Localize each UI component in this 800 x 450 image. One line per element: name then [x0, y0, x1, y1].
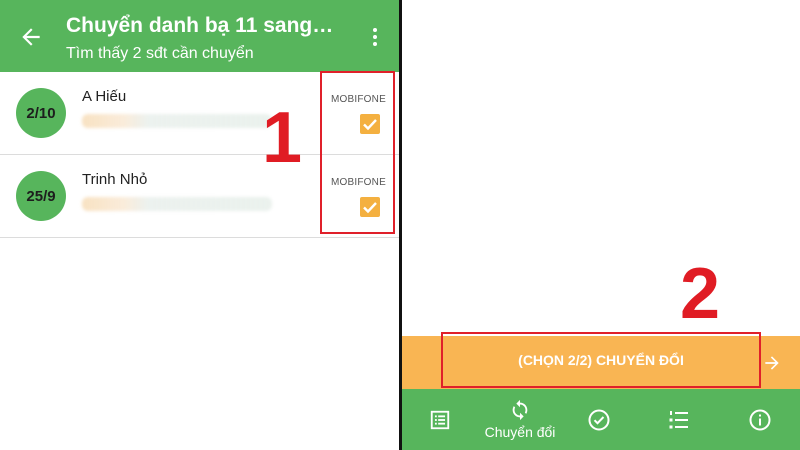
contacts-screen: Chuyển danh bạ 11 sang… Tìm thấy 2 sđt c…	[0, 0, 399, 450]
contact-date-avatar: 25/9	[16, 171, 66, 221]
nav-numbered-list[interactable]	[649, 389, 709, 450]
step-number-1: 1	[262, 98, 303, 178]
blurred-phone-number	[82, 197, 272, 211]
info-icon	[749, 409, 771, 430]
nav-list[interactable]	[410, 389, 470, 450]
nav-convert-label: Chuyển đổi	[484, 424, 556, 440]
arrow-right-icon[interactable]	[761, 353, 783, 373]
contact-name: A Hiếu	[82, 88, 127, 105]
nav-info[interactable]	[730, 389, 790, 450]
numbered-list-icon	[669, 410, 688, 428]
back-arrow-icon[interactable]	[18, 24, 44, 50]
step-number-2: 2	[680, 254, 721, 334]
app-bar: Chuyển danh bạ 11 sang… Tìm thấy 2 sđt c…	[0, 0, 399, 72]
convert-screen: 2 (CHỌN 2/2) CHUYỂN ĐỔI Chuyển đổi	[402, 0, 800, 450]
contact-name: Trinh Nhỏ	[82, 171, 148, 188]
bottom-navigation: Chuyển đổi	[402, 389, 800, 450]
contact-date-avatar: 2/10	[16, 88, 66, 138]
nav-convert[interactable]: Chuyển đổi	[485, 389, 555, 450]
list-icon	[430, 410, 450, 429]
highlight-box-checkboxes	[320, 71, 395, 234]
page-title: Chuyển danh bạ 11 sang…	[66, 14, 334, 37]
blurred-phone-number	[82, 114, 272, 128]
page-subtitle: Tìm thấy 2 sđt cần chuyển	[66, 45, 254, 62]
sync-icon	[512, 399, 528, 421]
check-circle-icon	[588, 409, 610, 430]
action-bar: (CHỌN 2/2) CHUYỂN ĐỔI	[402, 332, 800, 389]
more-vert-icon[interactable]	[368, 28, 382, 50]
convert-button[interactable]: (CHỌN 2/2) CHUYỂN ĐỔI	[441, 332, 761, 388]
nav-done[interactable]	[569, 389, 629, 450]
